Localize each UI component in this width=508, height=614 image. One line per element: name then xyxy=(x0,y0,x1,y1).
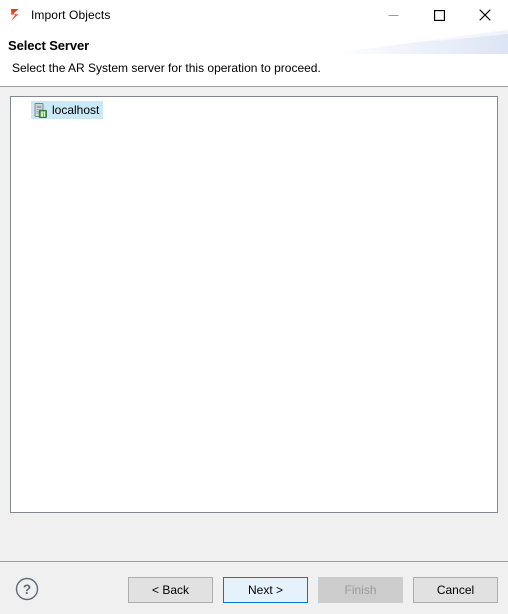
wizard-body: localhost xyxy=(0,87,508,561)
wizard-header: Select Server Select the AR System serve… xyxy=(0,30,508,86)
minimize-button[interactable] xyxy=(370,0,416,30)
minimize-icon xyxy=(388,14,398,16)
tree-item-label: localhost xyxy=(52,103,100,117)
maximize-icon xyxy=(433,9,445,21)
maximize-button[interactable] xyxy=(416,0,462,30)
tree-item-localhost[interactable]: localhost xyxy=(31,101,104,119)
window-controls xyxy=(370,0,508,30)
question-circle-icon: ? xyxy=(15,577,39,601)
close-icon xyxy=(479,9,491,21)
server-icon xyxy=(32,102,48,118)
cancel-button[interactable]: Cancel xyxy=(413,577,498,603)
bmc-studio-icon xyxy=(7,7,23,23)
wizard-footer: ? < Back Next > Finish Cancel xyxy=(0,562,508,614)
back-button[interactable]: < Back xyxy=(128,577,213,603)
page-description: Select the AR System server for this ope… xyxy=(12,61,321,75)
finish-button: Finish xyxy=(318,577,403,603)
wizard-button-row: < Back Next > Finish Cancel xyxy=(128,577,498,603)
title-bar: Import Objects xyxy=(0,0,508,30)
help-button[interactable]: ? xyxy=(14,576,40,602)
close-button[interactable] xyxy=(462,0,508,30)
window-title: Import Objects xyxy=(31,8,111,22)
header-banner-graphic xyxy=(328,30,508,54)
svg-text:?: ? xyxy=(23,582,31,597)
page-title: Select Server xyxy=(8,38,90,53)
server-tree-panel[interactable]: localhost xyxy=(10,96,498,513)
next-button[interactable]: Next > xyxy=(223,577,308,603)
